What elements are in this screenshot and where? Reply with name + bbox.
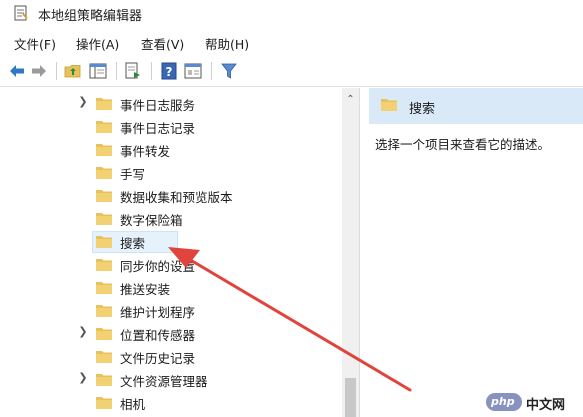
tree-scrollbar[interactable]: ⌃: [342, 88, 359, 417]
folder-icon: [96, 236, 112, 248]
chevron-right-icon[interactable]: ❯: [78, 95, 88, 108]
details-pane: 搜索 选择一个项目来查看它的描述。: [369, 88, 583, 417]
folder-icon: [96, 167, 112, 179]
filter-icon[interactable]: [220, 62, 238, 80]
tree-item[interactable]: ❯ 事件日志服务: [0, 92, 342, 115]
up-folder-icon[interactable]: [64, 62, 82, 80]
forward-icon[interactable]: [30, 62, 48, 80]
chevron-right-icon[interactable]: ❯: [78, 325, 88, 338]
folder-icon: [96, 305, 112, 317]
tree-item-label: 事件转发: [120, 144, 171, 159]
policy-editor-app-icon: [14, 5, 28, 21]
tree-item-label: 事件日志记录: [120, 121, 196, 136]
svg-text:?: ?: [166, 65, 173, 79]
tree-item-label: 位置和传感器: [120, 328, 196, 343]
menu-bar: 文件(F) 操作(A) 查看(V) 帮助(H): [0, 32, 583, 54]
title-bar: 本地组策略编辑器: [0, 0, 583, 28]
folder-icon: [96, 121, 112, 133]
tree-item-label: 数据收集和预览版本: [120, 190, 233, 205]
window-title: 本地组策略编辑器: [38, 9, 143, 24]
tree-item-label: 文件资源管理器: [120, 374, 208, 389]
details-header: 搜索: [369, 88, 583, 124]
tree-item-label: 手写: [120, 167, 146, 182]
menu-view[interactable]: 查看(V): [141, 34, 184, 53]
tree-item[interactable]: 维护计划程序: [0, 299, 342, 322]
tree-item[interactable]: 事件转发: [0, 138, 342, 161]
menu-help[interactable]: 帮助(H): [205, 34, 249, 53]
folder-icon: [96, 374, 112, 386]
folder-icon: [381, 99, 397, 111]
php-logo-text: php: [491, 395, 515, 408]
watermark-site-name: 中文网: [526, 398, 566, 413]
toolbar-separator: [116, 62, 117, 80]
chevron-right-icon[interactable]: ❯: [78, 371, 88, 384]
policy-tree-pane: ❯ 事件日志服务 事件日志记录 事件转发 手写 数据收集和预览版本 数字保险箱 …: [0, 88, 342, 417]
folder-icon: [96, 397, 112, 409]
export-list-icon[interactable]: [124, 62, 142, 80]
tree-item[interactable]: ❯ 位置和传感器: [0, 322, 342, 345]
folder-icon: [96, 213, 112, 225]
toolbar: ?: [0, 56, 583, 87]
scroll-up-arrow-icon[interactable]: ⌃: [342, 94, 359, 108]
folder-icon: [96, 259, 112, 271]
tree-item[interactable]: 手写: [0, 161, 342, 184]
help-icon[interactable]: ?: [160, 62, 178, 80]
folder-icon: [96, 190, 112, 202]
tree-item-selected[interactable]: 搜索: [0, 230, 342, 253]
tree-item[interactable]: ❯ 文件资源管理器: [0, 368, 342, 391]
tree-item-label: 数字保险箱: [120, 213, 183, 228]
tree-item-label: 搜索: [120, 236, 146, 251]
tree-item[interactable]: 数据收集和预览版本: [0, 184, 342, 207]
folder-icon: [96, 351, 112, 363]
menu-file[interactable]: 文件(F): [14, 34, 56, 53]
tree-item-label: 维护计划程序: [120, 305, 196, 320]
toolbar-separator: [56, 62, 57, 80]
tree-item[interactable]: 文件历史记录: [0, 345, 342, 368]
folder-icon: [96, 328, 112, 340]
tree-item-label: 推送安装: [120, 282, 171, 297]
show-hide-tree-icon[interactable]: [89, 62, 107, 80]
back-icon[interactable]: [8, 62, 26, 80]
details-description: 选择一个项目来查看它的描述。: [375, 137, 551, 152]
details-title: 搜索: [409, 102, 436, 117]
tree-item[interactable]: 数字保险箱: [0, 207, 342, 230]
tree-item[interactable]: 事件日志记录: [0, 115, 342, 138]
folder-icon: [96, 282, 112, 294]
tree-item-label: 同步你的设置: [120, 259, 196, 274]
tree-item-label: 相机: [120, 397, 146, 412]
scrollbar-thumb[interactable]: [345, 378, 356, 417]
folder-icon: [96, 144, 112, 156]
toolbar-separator: [211, 62, 212, 80]
tree-item-label: 事件日志服务: [120, 98, 196, 113]
properties-icon[interactable]: [184, 62, 202, 80]
toolbar-separator: [151, 62, 152, 80]
folder-icon: [96, 98, 112, 110]
tree-item[interactable]: 相机: [0, 391, 342, 414]
menu-action[interactable]: 操作(A): [76, 34, 119, 53]
tree-item[interactable]: 同步你的设置: [0, 253, 342, 276]
tree-item-label: 文件历史记录: [120, 351, 196, 366]
tree-item[interactable]: 推送安装: [0, 276, 342, 299]
